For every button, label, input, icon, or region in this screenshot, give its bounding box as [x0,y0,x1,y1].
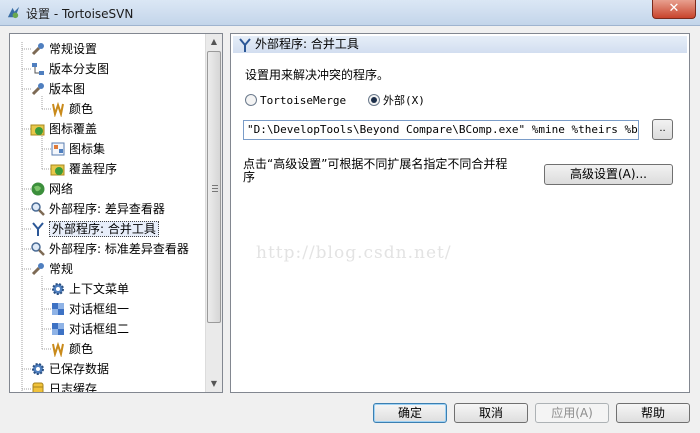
settings-page: 外部程序: 合并工具 设置用来解决冲突的程序。 TortoiseMerge 外部… [230,33,690,393]
overlay-icon [30,124,45,136]
radio-button[interactable] [245,94,257,106]
help-button[interactable]: 帮助 [616,403,690,423]
tree-item-colors-2[interactable]: 颜色 [50,339,93,359]
advanced-hint: 点击“高级设置”可根据不同扩展名指定不同合并程序 [243,157,508,184]
wrench-icon [31,263,44,276]
wrench-icon [31,43,44,56]
tortoisesvn-app-icon [7,6,20,19]
palette-icon [52,341,64,357]
globe-icon [31,182,45,196]
window-title: 设置 - TortoiseSVN [26,7,134,21]
puzzle-icon [52,303,64,315]
apply-button[interactable]: 应用(A) [535,403,609,423]
settings-dialog: 常规设置 版本分支图 版本图 颜色 图标覆盖 图标集 覆盖程序 网络 外部程序:… [0,26,700,433]
radio-tortoisemerge[interactable]: TortoiseMerge [245,92,346,108]
close-button[interactable]: ✕ [652,0,696,19]
iconset-icon [51,142,65,156]
tree-item-saved-data[interactable]: 已保存数据 [30,359,109,379]
advanced-button[interactable]: 高级设置(A)... [544,164,673,185]
tree-item-revision-graph[interactable]: 版本分支图 [30,59,109,79]
merge-command-input[interactable]: "D:\DevelopTools\Beyond Compare\BComp.ex… [243,120,639,140]
tree-item-dialogs-2[interactable]: 对话框组二 [50,319,129,339]
radio-external[interactable]: 外部(X) [368,92,425,108]
graph-icon [32,63,44,75]
database-icon [32,382,44,392]
ok-button[interactable]: 确定 [373,403,447,423]
tree-item-overlay-handlers[interactable]: 覆盖程序 [50,159,117,179]
tree-item-icon-overlays[interactable]: 图标覆盖 [30,119,97,139]
cancel-button[interactable]: 取消 [454,403,528,423]
gear-icon [52,283,64,295]
puzzle-icon [52,323,64,335]
tree-scrollbar[interactable]: ▲ ▼ [205,34,222,392]
tree-item-icon-set[interactable]: 图标集 [50,139,105,159]
tree-item-log-cache[interactable]: 日志缓存 [30,379,97,392]
tree-item-general[interactable]: 常规 [30,259,73,279]
overlay-icon [50,164,65,176]
settings-tree: 常规设置 版本分支图 版本图 颜色 图标覆盖 图标集 覆盖程序 网络 外部程序:… [9,33,223,393]
tree-item-diff-viewer[interactable]: 外部程序: 差异查看器 [30,199,165,219]
tree-item-context-menu[interactable]: 上下文菜单 [50,279,129,299]
tree-item-general-settings[interactable]: 常规设置 [30,39,97,59]
merge-icon [239,38,251,52]
tree-item-colors[interactable]: 颜色 [50,99,93,119]
tree-item-network[interactable]: 网络 [30,179,73,199]
title-bar: 设置 - TortoiseSVN ✕ [0,0,700,26]
tree-item-dialogs-1[interactable]: 对话框组一 [50,299,129,319]
magnifier-icon [31,242,45,256]
page-title: 外部程序: 合并工具 [255,37,359,51]
tree-item-revision-graph-2[interactable]: 版本图 [30,79,85,99]
page-description: 设置用来解决冲突的程序。 [245,68,390,82]
radio-button-selected[interactable] [368,94,380,106]
magnifier-icon [31,202,45,216]
tree-item-merge-tool[interactable]: 外部程序: 合并工具 [30,219,159,239]
scroll-down-arrow-icon[interactable]: ▼ [206,376,222,392]
watermark: http://blog.csdn.net/ [256,243,452,263]
wrench-icon [31,83,44,96]
grip-icon [212,185,218,192]
tree-item-unified-diff-viewer[interactable]: 外部程序: 标准差异查看器 [30,239,189,259]
palette-icon [52,101,64,117]
merge-icon [32,222,44,236]
page-header: 外部程序: 合并工具 [233,36,687,53]
gear-icon [32,363,44,375]
browse-button[interactable]: .. [652,119,673,140]
scroll-up-arrow-icon[interactable]: ▲ [206,34,222,50]
scrollbar-thumb[interactable] [207,51,221,323]
